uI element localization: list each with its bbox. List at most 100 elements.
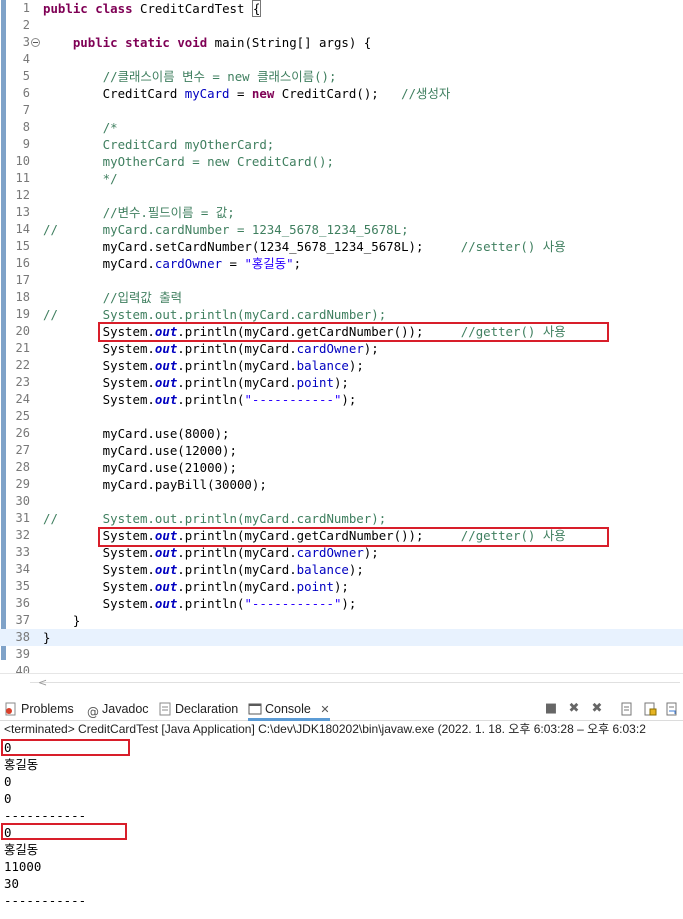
code-line[interactable]: 17 [0, 272, 683, 289]
code-line[interactable]: 28 myCard.use(21000); [0, 459, 683, 476]
tab-javadoc[interactable]: @ Javadoc [87, 697, 149, 721]
line-number: 11 [15, 171, 30, 185]
line-number: 18 [15, 290, 30, 304]
line-number: 35 [15, 579, 30, 593]
code-line[interactable]: 37 } [0, 612, 683, 629]
code-line[interactable]: 30 [0, 493, 683, 510]
code-text: //변수.필드이름 = 값; [102, 205, 235, 220]
code-text: myOtherCard = new CreditCard(); [43, 154, 334, 169]
code-text: public static void main(String[] args) { [72, 35, 372, 50]
code-line[interactable]: 26 myCard.use(8000); [0, 425, 683, 442]
code-line[interactable]: 38} [0, 629, 683, 646]
code-line[interactable]: 34 System.out.println(myCard.balance); [0, 561, 683, 578]
console-line: ----------- [4, 893, 87, 908]
code-line[interactable]: 31 // System.out.println(myCard.cardNumbe… [0, 510, 683, 527]
console-output[interactable]: 0 홍길동 0 0 ----------- 0 홍길동 11000 30 ----------- [0, 739, 683, 909]
line-number: 17 [15, 273, 30, 287]
code-line[interactable]: 20 System.out.println(myCard.getCardNumb… [0, 323, 683, 340]
code-line[interactable]: 19 // System.out.println(myCard.cardNumbe… [0, 306, 683, 323]
scroll-left-icon[interactable]: < [38, 676, 47, 689]
code-line[interactable]: 22 System.out.println(myCard.balance); [0, 357, 683, 374]
remove-all-terminated-icon[interactable]: ✖ [589, 702, 605, 716]
close-tab-icon[interactable]: ✕ [320, 703, 329, 716]
line-number: 4 [22, 52, 30, 66]
code-line[interactable]: 7 [0, 102, 683, 119]
code-line[interactable]: 24 System.out.println("-----------"); [0, 391, 683, 408]
code-line[interactable]: 33 System.out.println(myCard.cardOwner); [0, 544, 683, 561]
code-line[interactable]: 14 // myCard.cardNumber = 1234_5678_1234_… [0, 221, 683, 238]
clear-console-icon[interactable] [619, 702, 635, 716]
scroll-lock-icon[interactable] [642, 702, 658, 716]
fold-toggle-icon[interactable] [31, 38, 40, 47]
problems-icon [4, 700, 18, 716]
terminated-status: <terminated> CreditCardTest [Java Applic… [4, 722, 646, 736]
line-number: 37 [15, 613, 30, 627]
code-line[interactable]: 12 [0, 187, 683, 204]
tab-declaration[interactable]: Declaration [158, 697, 238, 721]
line-number: 15 [15, 239, 30, 253]
code-text: myCard.payBill(30000); [43, 477, 267, 492]
tab-declaration-label: Declaration [175, 702, 239, 716]
code-line[interactable]: 21 System.out.println(myCard.cardOwner); [0, 340, 683, 357]
view-tab-bar: Problems @ Javadoc Declaration Console ✕ … [0, 697, 683, 721]
code-line[interactable]: 11 */ [0, 170, 683, 187]
line-number: 6 [22, 86, 30, 100]
code-line[interactable]: 35 System.out.println(myCard.point); [0, 578, 683, 595]
line-number: 3 [22, 35, 30, 49]
line-number: 14 [15, 222, 30, 236]
code-line[interactable]: 18 //입력값 출력 [0, 289, 683, 306]
line-number: 36 [15, 596, 30, 610]
code-line[interactable]: 25 [0, 408, 683, 425]
line-number: 10 [15, 154, 30, 168]
code-text: CreditCard myCard = new CreditCard(); //… [43, 86, 451, 101]
line-number: 22 [15, 358, 30, 372]
code-line[interactable]: 4 [0, 51, 683, 68]
line-number: 12 [15, 188, 30, 202]
code-line[interactable]: 10 myOtherCard = new CreditCard(); [0, 153, 683, 170]
code-line[interactable]: 9 CreditCard myOtherCard; [0, 136, 683, 153]
code-line[interactable]: 40 [0, 663, 683, 673]
code-line[interactable]: 1 public class CreditCardTest { [0, 0, 683, 17]
code-text: */ [43, 171, 118, 186]
line-number: 9 [22, 137, 30, 151]
code-line[interactable]: 16 myCard.cardOwner = "홍길동"; [0, 255, 683, 272]
code-line[interactable]: 3 public static void main(String[] args)… [0, 34, 683, 51]
code-text: System.out.println(myCard.balance); [43, 562, 364, 577]
code-line[interactable]: 29 myCard.payBill(30000); [0, 476, 683, 493]
tab-console[interactable]: Console ✕ [248, 697, 330, 721]
code-line[interactable]: 32 System.out.println(myCard.getCardNumb… [0, 527, 683, 544]
code-text: System.out.println("-----------"); [43, 596, 357, 611]
line-number: 34 [15, 562, 30, 576]
line-number: 19 [15, 307, 30, 321]
tab-console-label: Console [265, 702, 311, 716]
code-line[interactable]: 23 System.out.println(myCard.point); [0, 374, 683, 391]
line-number: 33 [15, 545, 30, 559]
console-line: ----------- [4, 808, 87, 823]
code-line[interactable]: 39 [0, 646, 683, 663]
tab-problems[interactable]: Problems [4, 697, 74, 721]
code-editor[interactable]: 1 public class CreditCardTest {2 3 public … [0, 0, 683, 673]
word-wrap-icon[interactable] [664, 702, 680, 716]
code-line[interactable]: 13 //변수.필드이름 = 값; [0, 204, 683, 221]
code-text: System.out.println(myCard.getCardNumber(… [43, 528, 566, 543]
line-number: 27 [15, 443, 30, 457]
console-line: 30 [4, 876, 19, 891]
code-text: System.out.println(myCard.balance); [43, 358, 364, 373]
remove-launch-icon[interactable]: ✖ [566, 702, 582, 716]
code-line[interactable]: 27 myCard.use(12000); [0, 442, 683, 459]
code-line[interactable]: 2 [0, 17, 683, 34]
code-line[interactable]: 15 myCard.setCardNumber(1234_5678_1234_5… [0, 238, 683, 255]
code-text: /* [102, 120, 118, 135]
code-text: myCard.use(12000); [43, 443, 237, 458]
console-line: 0 [4, 825, 12, 840]
code-line[interactable]: 8 /* [0, 119, 683, 136]
code-line[interactable]: 5 //클래스이름 변수 = new 클래스이름(); [0, 68, 683, 85]
line-number: 38 [15, 630, 30, 644]
terminate-icon[interactable]: ■ [543, 702, 559, 716]
console-line: 0 [4, 791, 12, 806]
code-text: myCard.setCardNumber(1234_5678_1234_5678… [43, 239, 566, 254]
code-line[interactable]: 6 CreditCard myCard = new CreditCard(); … [0, 85, 683, 102]
code-text: public class CreditCardTest { [43, 0, 262, 17]
code-line[interactable]: 36 System.out.println("-----------"); [0, 595, 683, 612]
horizontal-scrollbar[interactable]: < [0, 673, 683, 689]
